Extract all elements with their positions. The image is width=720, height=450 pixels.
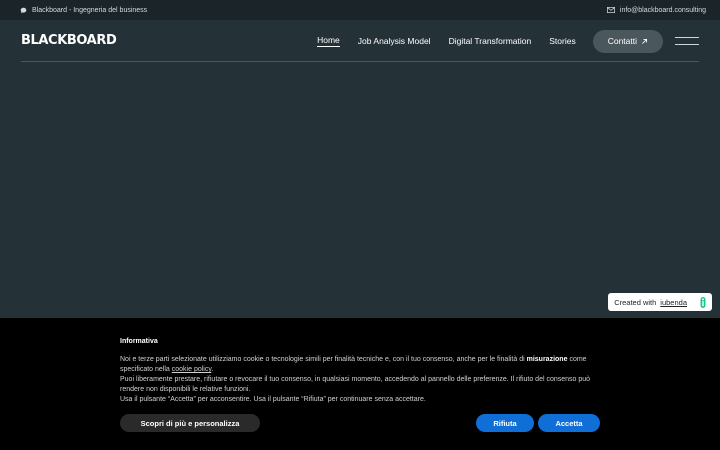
main-nav: Home Job Analysis Model Digital Transfor… [317,29,720,53]
cookie-policy-link[interactable]: cookie policy [172,366,212,373]
nav-home[interactable]: Home [317,35,340,47]
iubenda-badge[interactable]: Created with iubenda [608,293,712,311]
cookie-paragraph-3: Usa il pulsante “Accetta” per acconsenti… [120,396,426,403]
top-bar: Blackboard - Ingegneria del business inf… [0,0,720,20]
iubenda-badge-prefix: Created with [614,297,657,307]
iubenda-logo-icon [700,296,706,308]
cookie-text-1-end: . [211,366,214,373]
email-link[interactable]: info@blackboard.consulting [620,7,706,14]
site-header: BLACKBOARD Home Job Analysis Model Digit… [0,20,720,62]
chat-bubble-icon [20,7,27,13]
cookie-banner: Informativa Noi e terze parti selezionat… [0,318,720,450]
reject-button[interactable]: Rifiuta [476,414,534,432]
cookie-banner-title: Informativa [120,338,158,345]
contact-button[interactable]: Contatti [592,29,663,53]
cookie-text-bold: misurazione [526,356,568,363]
cookie-banner-content: Informativa Noi e terze parti selezionat… [120,338,600,405]
cookie-banner-text: Noi e terze parti selezionate utilizziam… [120,355,600,405]
contact-button-label: Contatti [607,36,637,46]
site-logo[interactable]: BLACKBOARD [21,33,117,48]
iubenda-badge-link[interactable]: iubenda [660,298,687,307]
cookie-paragraph-2: Puoi liberamente prestare, rifiutare o r… [120,376,591,393]
top-bar-company: Blackboard - Ingegneria del business [20,7,147,14]
hamburger-menu-icon[interactable] [675,37,699,45]
top-bar-email[interactable]: info@blackboard.consulting [606,7,706,14]
nav-job-analysis-model[interactable]: Job Analysis Model [358,36,431,47]
arrow-up-right-icon [642,38,648,44]
envelope-icon [606,7,615,13]
nav-stories[interactable]: Stories [549,36,575,47]
cookie-paragraph-1: Noi e terze parti selezionate utilizziam… [120,355,600,375]
company-tagline: Blackboard - Ingegneria del business [32,6,148,14]
learn-more-customize-button[interactable]: Scopri di più e personalizza [120,414,260,432]
nav-digital-transformation[interactable]: Digital Transformation [449,36,532,47]
cookie-text-1a: Noi e terze parti selezionate utilizziam… [120,356,525,363]
accept-button[interactable]: Accetta [538,414,600,432]
header-divider [21,61,699,62]
cookie-buttons: Scopri di più e personalizza Rifiuta Acc… [120,414,600,432]
